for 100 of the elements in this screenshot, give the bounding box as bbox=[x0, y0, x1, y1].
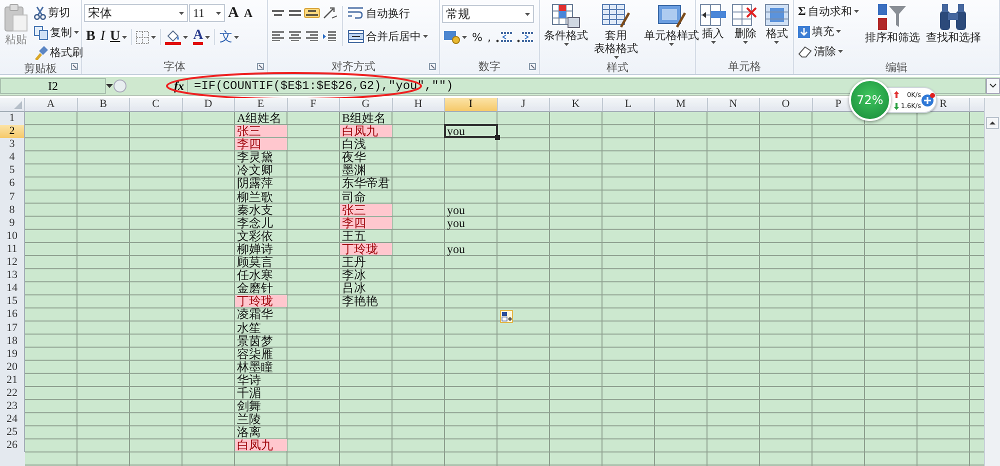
row-header[interactable]: 26 bbox=[0, 439, 25, 452]
middle-align-button[interactable] bbox=[287, 8, 303, 18]
column-header[interactable]: B bbox=[100, 98, 107, 111]
column-header[interactable]: I bbox=[445, 98, 496, 111]
paste-options-icon[interactable] bbox=[500, 310, 512, 322]
table-cell-text: 兰陵 bbox=[236, 413, 262, 426]
underline-button[interactable]: U bbox=[108, 27, 130, 47]
column-header[interactable]: P bbox=[835, 98, 842, 111]
format-painter-button[interactable]: 格式刷 bbox=[32, 43, 85, 62]
row-header[interactable]: 18 bbox=[0, 334, 25, 348]
font-size-field[interactable]: 11 bbox=[189, 4, 225, 22]
format-button[interactable]: 格式 bbox=[762, 2, 791, 60]
top-align-button[interactable] bbox=[270, 8, 286, 18]
row-header[interactable]: 10 bbox=[0, 230, 25, 243]
insert-button[interactable]: 插入 bbox=[698, 2, 728, 60]
delete-button[interactable]: 删除 bbox=[730, 2, 760, 60]
column-header[interactable]: E bbox=[257, 98, 264, 111]
expand-icon[interactable] bbox=[986, 78, 1000, 94]
row-header[interactable]: 19 bbox=[0, 348, 25, 361]
column-header[interactable]: O bbox=[782, 98, 790, 111]
row-header[interactable]: 2 bbox=[0, 125, 25, 138]
column-header[interactable]: R bbox=[940, 98, 947, 111]
column-header[interactable]: A bbox=[46, 98, 55, 111]
row-header[interactable]: 17 bbox=[0, 322, 25, 335]
phonetic-button[interactable]: 文 bbox=[217, 26, 242, 48]
copy-button[interactable]: 复制 bbox=[32, 23, 85, 42]
vertical-scrollbar[interactable] bbox=[984, 98, 1000, 466]
row-header[interactable]: 7 bbox=[0, 190, 25, 204]
font-field[interactable]: 宋体 bbox=[84, 4, 188, 22]
row-header[interactable]: 11 bbox=[0, 242, 25, 256]
dialog-launcher-icon[interactable] bbox=[429, 63, 436, 70]
scroll-up-icon[interactable] bbox=[986, 117, 999, 129]
orientation-button[interactable] bbox=[321, 5, 339, 21]
row-header[interactable]: 23 bbox=[0, 400, 25, 414]
row-header[interactable]: 5 bbox=[0, 164, 25, 178]
shrink-font-button[interactable]: A bbox=[242, 4, 255, 22]
align-center-button[interactable] bbox=[287, 29, 303, 43]
format-as-table-button[interactable]: 套用 表格格式 bbox=[592, 2, 640, 61]
find-select-button[interactable]: 查找和选择 bbox=[924, 2, 983, 61]
row-header[interactable]: 16 bbox=[0, 308, 25, 322]
wrap-text-button[interactable]: 自动换行 bbox=[346, 4, 412, 22]
row-header[interactable]: 12 bbox=[0, 256, 25, 270]
name-box[interactable]: I2 bbox=[0, 78, 106, 94]
grow-font-button[interactable]: A bbox=[226, 2, 241, 24]
table-cell-text: 李艳艳 bbox=[341, 295, 379, 308]
row-header[interactable]: 24 bbox=[0, 413, 25, 426]
row-header[interactable]: 6 bbox=[0, 177, 25, 191]
plus-icon[interactable] bbox=[921, 93, 935, 107]
column-header[interactable]: G bbox=[362, 98, 370, 111]
merge-center-button[interactable]: 合并后居中 bbox=[346, 26, 430, 46]
bold-button[interactable]: B bbox=[84, 27, 98, 47]
column-header[interactable]: K bbox=[572, 98, 580, 111]
cut-button[interactable]: 剪切 bbox=[32, 3, 85, 22]
column-header[interactable]: D bbox=[204, 98, 212, 111]
align-left-button[interactable] bbox=[270, 29, 286, 43]
dialog-launcher-icon[interactable] bbox=[529, 63, 536, 70]
column-header[interactable]: H bbox=[414, 98, 422, 111]
dialog-launcher-icon[interactable] bbox=[71, 63, 78, 70]
column-header[interactable]: N bbox=[729, 98, 738, 111]
align-right-button[interactable] bbox=[304, 29, 320, 43]
table-cell-text: 白浅 bbox=[341, 138, 367, 150]
row-header[interactable]: 13 bbox=[0, 269, 25, 282]
table-cell: 白凤九 bbox=[235, 439, 286, 452]
row-header[interactable]: 20 bbox=[0, 360, 25, 374]
borders-button[interactable] bbox=[134, 28, 158, 46]
column-header[interactable]: L bbox=[624, 98, 632, 111]
column-header[interactable]: F bbox=[310, 98, 316, 111]
sort-filter-button[interactable]: 排序和筛选 bbox=[862, 2, 922, 61]
row-header[interactable]: 8 bbox=[0, 204, 25, 217]
column-header[interactable]: J bbox=[521, 98, 526, 111]
row-header[interactable]: 15 bbox=[0, 295, 25, 308]
clear-button[interactable]: 清除 bbox=[796, 42, 861, 61]
table-cell-text: 容柒雁 bbox=[236, 348, 274, 360]
cell-styles-button[interactable]: 单元格样式 bbox=[642, 2, 701, 61]
table-cell-text: 千湄 bbox=[236, 386, 262, 400]
currency-button[interactable] bbox=[442, 28, 469, 46]
row-header[interactable]: 22 bbox=[0, 386, 25, 400]
row-header[interactable]: 14 bbox=[0, 282, 25, 296]
group-label: 对齐方式 bbox=[332, 60, 376, 74]
autosum-button[interactable]: Σ 自动求和 bbox=[796, 2, 861, 21]
decrease-decimal-button[interactable] bbox=[514, 29, 535, 45]
row-header[interactable]: 25 bbox=[0, 426, 25, 440]
row-header[interactable]: 9 bbox=[0, 216, 25, 230]
bottom-align-button[interactable] bbox=[304, 8, 320, 18]
comma-button[interactable]: , bbox=[485, 28, 493, 46]
indent-button[interactable] bbox=[321, 29, 338, 43]
table-cell-text: 水笙 bbox=[236, 322, 262, 334]
dialog-launcher-icon[interactable] bbox=[257, 63, 264, 70]
italic-button[interactable]: I bbox=[98, 27, 108, 47]
row-header[interactable]: 3 bbox=[0, 138, 25, 152]
row-header[interactable]: 4 bbox=[0, 151, 25, 164]
column-header[interactable]: C bbox=[152, 98, 160, 111]
conditional-format-button[interactable]: 条件格式 bbox=[542, 2, 590, 61]
number-format-field[interactable]: 常规 bbox=[442, 5, 534, 23]
fill-button[interactable]: 填充 bbox=[796, 22, 861, 41]
row-header[interactable]: 21 bbox=[0, 374, 25, 387]
column-header[interactable]: M bbox=[676, 98, 686, 111]
increase-decimal-button[interactable] bbox=[494, 29, 514, 45]
percent-button[interactable]: % bbox=[470, 28, 484, 46]
font-color-button[interactable]: A bbox=[191, 28, 212, 46]
